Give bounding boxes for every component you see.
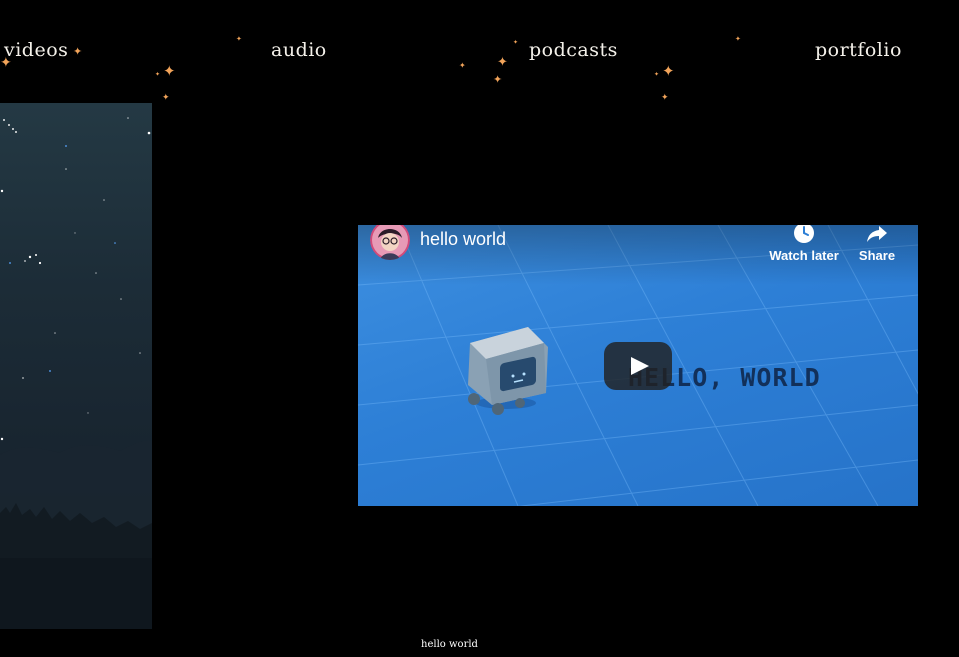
sparkle-icon: ✦ bbox=[459, 61, 466, 70]
sparkle-icon: ✦ bbox=[513, 39, 519, 46]
video-player[interactable]: HELLO, WORLD hello world Watch later Sha… bbox=[358, 225, 918, 506]
video-title[interactable]: hello world bbox=[420, 229, 506, 250]
sparkle-icon: ✦ bbox=[162, 93, 170, 103]
sparkle-icon: ✦ bbox=[73, 45, 83, 58]
share-button[interactable]: Share bbox=[856, 225, 898, 263]
sparkle-icon: ✦ bbox=[661, 93, 669, 103]
night-sky-image bbox=[0, 103, 152, 629]
clock-icon bbox=[794, 225, 814, 243]
play-button[interactable] bbox=[604, 342, 672, 390]
nav-link-portfolio[interactable]: portfolio bbox=[815, 39, 902, 61]
nav-link-podcasts[interactable]: podcasts bbox=[529, 39, 618, 61]
watch-later-label: Watch later bbox=[769, 248, 839, 263]
sparkle-icon: ✦ bbox=[662, 62, 675, 80]
sparkle-icon: ✦ bbox=[493, 73, 503, 86]
channel-avatar[interactable] bbox=[370, 225, 410, 260]
sparkle-icon: ✦ bbox=[155, 71, 161, 78]
nav-link-audio[interactable]: audio bbox=[271, 39, 327, 61]
video-top-bar: hello world Watch later Share bbox=[358, 225, 918, 285]
video-caption: hello world bbox=[421, 639, 478, 650]
sparkle-icon: ✦ bbox=[163, 62, 176, 80]
nav-link-videos[interactable]: videos bbox=[4, 39, 68, 61]
sparkle-icon: ✦ bbox=[735, 35, 741, 43]
watch-later-button[interactable]: Watch later bbox=[766, 225, 842, 263]
sparkle-icon: ✦ bbox=[236, 35, 242, 43]
sparkle-icon: ✦ bbox=[654, 71, 660, 78]
sparkle-icon: ✦ bbox=[497, 55, 508, 70]
play-icon bbox=[631, 357, 649, 375]
share-arrow-icon bbox=[867, 226, 887, 242]
robot-illustration bbox=[468, 327, 548, 415]
share-label: Share bbox=[858, 248, 896, 263]
